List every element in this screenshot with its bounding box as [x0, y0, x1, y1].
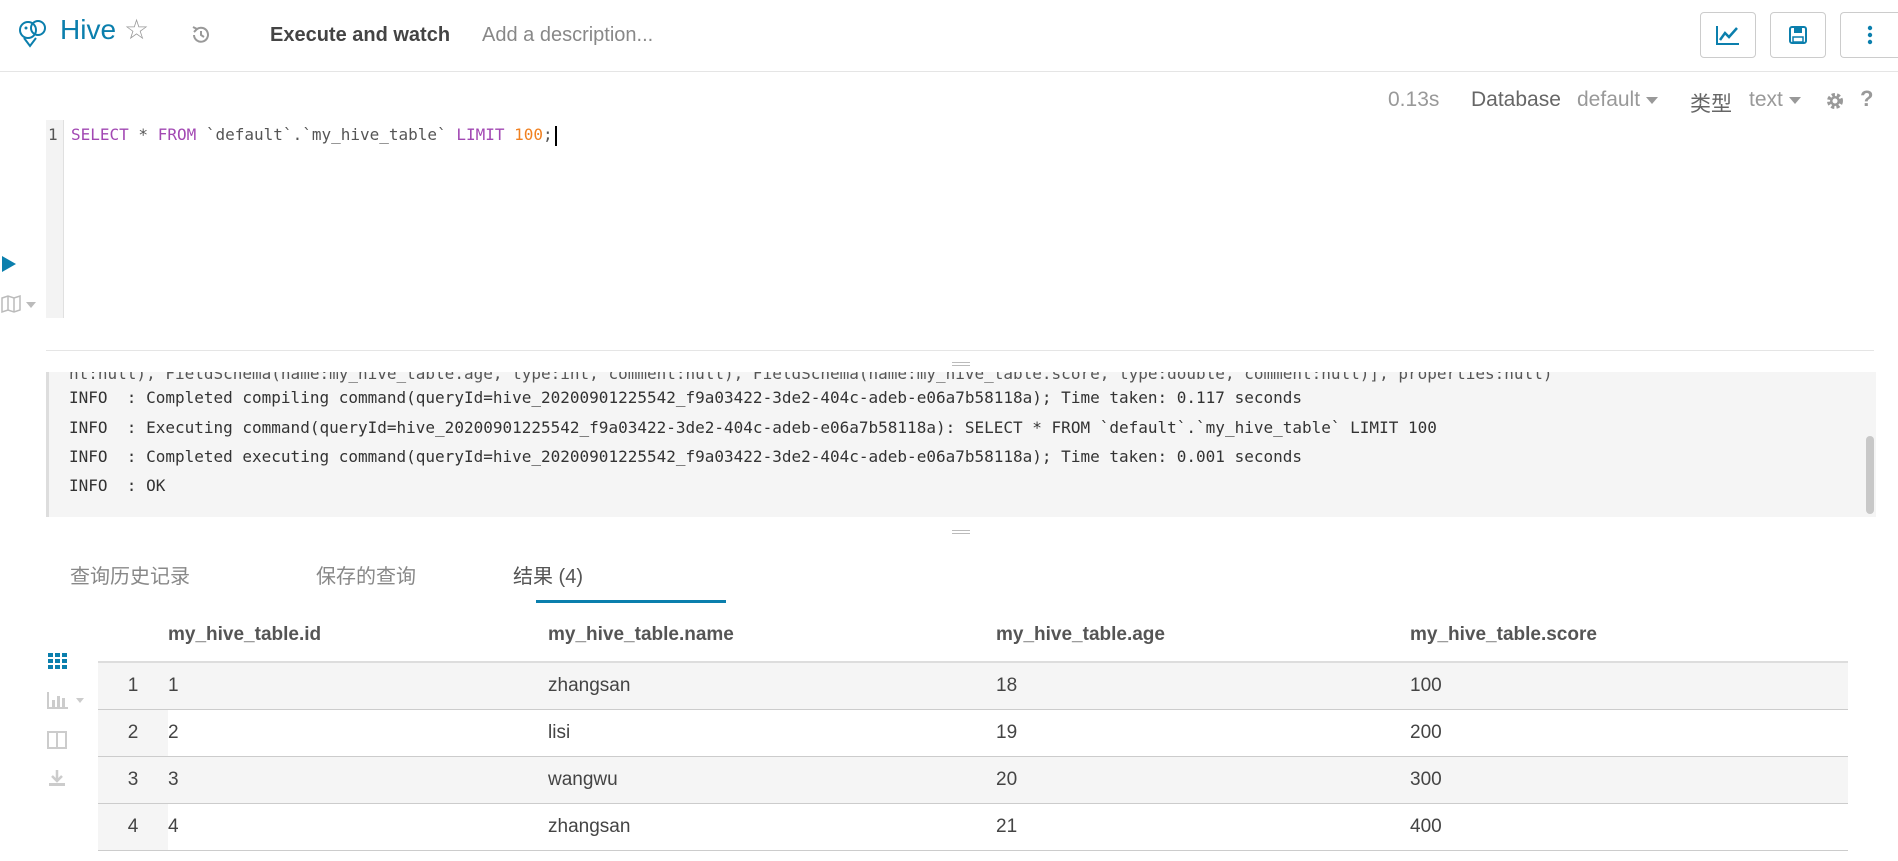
- type-value: text: [1749, 88, 1783, 111]
- sql-keyword: LIMIT: [456, 125, 505, 144]
- row-number: 3: [98, 756, 168, 804]
- column-header[interactable]: my_hive_table.id: [168, 608, 548, 663]
- hive-logo-icon: [19, 20, 46, 48]
- chart-button[interactable]: [1700, 12, 1756, 58]
- log-line: INFO : Completed executing command(query…: [69, 447, 1302, 466]
- table-cell: wangwu: [548, 756, 996, 804]
- help-icon[interactable]: ?: [1860, 86, 1873, 112]
- table-row[interactable]: 3 3 wangwu 20 300: [98, 756, 1848, 804]
- map-icon[interactable]: [0, 294, 22, 314]
- description-input[interactable]: Add a description...: [482, 24, 653, 47]
- table-cell: zhangsan: [548, 662, 996, 710]
- log-line: nt:null), FieldSchema(name:my_hive_table…: [69, 372, 1553, 383]
- sql-token: ;: [543, 125, 553, 144]
- star-icon[interactable]: ☆: [124, 14, 149, 46]
- resize-handle[interactable]: [952, 530, 970, 534]
- row-number: 1: [98, 662, 168, 710]
- table-cell: 19: [996, 709, 1410, 757]
- execute-and-watch-button[interactable]: Execute and watch: [270, 24, 450, 47]
- log-panel[interactable]: nt:null), FieldSchema(name:my_hive_table…: [46, 372, 1876, 517]
- table-header-row: my_hive_table.id my_hive_table.name my_h…: [98, 608, 1848, 663]
- bar-chart-icon[interactable]: [46, 690, 86, 710]
- sql-identifier: `default`.`my_hive_table`: [196, 125, 457, 144]
- execution-time: 0.13s: [1388, 88, 1440, 111]
- table-row[interactable]: 2 2 lisi 19 200: [98, 709, 1848, 757]
- app-title[interactable]: Hive: [60, 14, 116, 46]
- table-cell: 18: [996, 662, 1410, 710]
- sql-token: *: [128, 125, 158, 144]
- database-select[interactable]: default: [1577, 88, 1659, 112]
- table-cell: 300: [1410, 756, 1848, 804]
- sql-number: 100: [514, 125, 544, 144]
- row-number-header: [98, 608, 168, 663]
- line-number: 1: [48, 125, 58, 144]
- sql-keyword: FROM: [157, 125, 197, 144]
- sql-editor[interactable]: SELECT * FROM `default`.`my_hive_table` …: [71, 125, 557, 146]
- type-select[interactable]: text: [1749, 88, 1801, 112]
- table-cell: 21: [996, 803, 1410, 851]
- chevron-down-icon: [1788, 96, 1801, 104]
- gear-icon[interactable]: [1824, 90, 1846, 112]
- table-cell: lisi: [548, 709, 996, 757]
- log-scrollbar[interactable]: [1866, 436, 1874, 514]
- history-icon[interactable]: [190, 24, 212, 46]
- log-line: INFO : Completed compiling command(query…: [69, 388, 1302, 407]
- table-cell: 200: [1410, 709, 1848, 757]
- editor-gutter: [46, 120, 64, 318]
- table-row[interactable]: 1 1 zhangsan 18 100: [98, 662, 1848, 710]
- log-line: INFO : Executing command(queryId=hive_20…: [69, 418, 1437, 437]
- row-number: 2: [98, 709, 168, 757]
- column-header[interactable]: my_hive_table.name: [548, 608, 996, 663]
- table-cell: zhangsan: [548, 803, 996, 851]
- line-chart-icon: [1716, 26, 1739, 45]
- resize-handle[interactable]: [952, 362, 970, 366]
- table-cell: 1: [168, 662, 548, 710]
- grid-icon[interactable]: [46, 650, 68, 670]
- active-tab-indicator: [536, 600, 726, 603]
- text-cursor: [554, 125, 557, 146]
- table-cell: 2: [168, 709, 548, 757]
- more-options-button[interactable]: [1840, 12, 1898, 58]
- table-cell: 400: [1410, 803, 1848, 851]
- type-label: 类型: [1690, 93, 1732, 116]
- database-label: Database: [1471, 88, 1561, 111]
- columns-icon[interactable]: [46, 730, 68, 750]
- database-value: default: [1577, 88, 1641, 111]
- save-icon: [1789, 26, 1807, 44]
- chevron-down-icon: [1646, 96, 1659, 104]
- column-header[interactable]: my_hive_table.age: [996, 608, 1410, 663]
- sql-keyword: SELECT: [71, 125, 129, 144]
- table-cell: 100: [1410, 662, 1848, 710]
- row-number: 4: [98, 803, 168, 851]
- results-tabs: 查询历史记录 保存的查询 结果 (4): [46, 552, 746, 603]
- play-icon[interactable]: [2, 256, 16, 272]
- log-line: INFO : OK: [69, 476, 166, 495]
- column-header[interactable]: my_hive_table.score: [1410, 608, 1848, 663]
- table-cell: 20: [996, 756, 1410, 804]
- table-cell: 4: [168, 803, 548, 851]
- save-button[interactable]: [1770, 12, 1826, 58]
- table-row[interactable]: 4 4 zhangsan 21 400: [98, 803, 1848, 851]
- divider: [46, 350, 1874, 351]
- download-icon[interactable]: [46, 768, 68, 788]
- more-vertical-icon: [1867, 25, 1872, 45]
- table-cell: 3: [168, 756, 548, 804]
- top-toolbar: Hive ☆ Execute and watch Add a descripti…: [0, 0, 1898, 72]
- chevron-down-icon[interactable]: [26, 302, 36, 308]
- tab-saved-queries[interactable]: 保存的查询: [316, 560, 416, 589]
- results-table: my_hive_table.id my_hive_table.name my_h…: [98, 608, 1848, 851]
- tab-results[interactable]: 结果 (4): [513, 560, 583, 589]
- tab-query-history[interactable]: 查询历史记录: [70, 560, 190, 589]
